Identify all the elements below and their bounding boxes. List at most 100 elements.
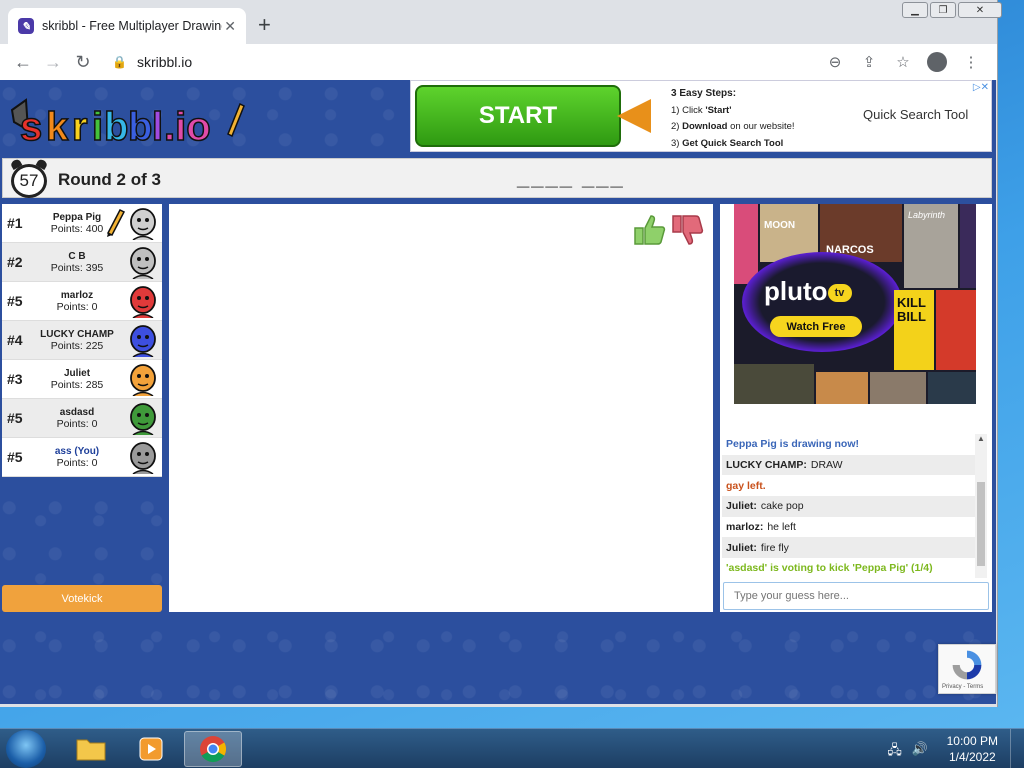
tab-title: skribbl - Free Multiplayer Drawing: [42, 19, 222, 33]
recaptcha-badge[interactable]: Privacy - Terms: [938, 644, 996, 694]
ad-start-button[interactable]: START: [415, 85, 621, 147]
chat-text: 'asdasd' is voting to kick 'Peppa Pig' (…: [726, 562, 933, 574]
taskbar-explorer[interactable]: [62, 731, 120, 767]
player-info: C B Points: 395: [32, 251, 122, 274]
new-tab-button[interactable]: +: [258, 14, 271, 36]
player-rank: #1: [7, 215, 23, 231]
chat-text: gay left.: [726, 479, 766, 492]
player-row[interactable]: #3 Juliet Points: 285: [2, 360, 162, 399]
page-viewport: s k r i b b l .io START 3 Easy Steps: 1)…: [0, 80, 996, 704]
player-list: #1 Peppa Pig Points: 400 #2 C B Points: 395 #5…: [2, 204, 162, 477]
pluto-logo: pluto tv: [764, 276, 852, 307]
ad-choices-icon[interactable]: ▷✕: [973, 82, 989, 93]
guess-input[interactable]: [723, 582, 989, 610]
close-window-button[interactable]: ✕: [958, 2, 1002, 18]
poster-labyrinth: Labyrinth: [904, 204, 958, 288]
player-avatar-icon: [130, 247, 156, 279]
taskbar-date: 1/4/2022: [948, 750, 996, 764]
toolbar-actions: ⊖ ⇪ ☆ ⋮: [819, 47, 987, 77]
ad-steps-heading: 3 Easy Steps:: [671, 88, 737, 99]
volume-icon[interactable]: 🔊: [912, 741, 928, 763]
menu-kebab-icon[interactable]: ⋮: [955, 47, 987, 77]
svg-text:k: k: [46, 105, 69, 146]
maximize-button[interactable]: ❐: [930, 2, 956, 18]
skribbl-favicon-icon: ✎: [18, 18, 34, 34]
chat-text: cake pop: [760, 500, 804, 513]
poster-kill-bill: KILL BILL: [894, 290, 934, 370]
player-avatar-icon: [130, 325, 156, 357]
taskbar-media-player[interactable]: [122, 731, 180, 767]
player-info: ass (You) Points: 0: [32, 446, 122, 469]
player-name: marloz: [60, 289, 94, 301]
minimize-button[interactable]: ▁: [902, 2, 928, 18]
votekick-button[interactable]: Votekick: [2, 585, 162, 612]
share-icon[interactable]: ⇪: [853, 47, 885, 77]
zoom-icon[interactable]: ⊖: [819, 47, 851, 77]
url-text: skribbl.io: [136, 54, 193, 70]
taskbar-clock[interactable]: 10:00 PM 1/4/2022: [947, 733, 998, 765]
forward-button[interactable]: →: [38, 47, 68, 77]
round-bar: 57 Round 2 of 3 ____ ___: [2, 158, 992, 198]
windows-taskbar: 🖧 🔊 10:00 PM 1/4/2022: [0, 728, 1024, 768]
thumbs-up-icon[interactable]: [631, 212, 667, 248]
chat-panel: MOON NARCOS Labyrinth KILL BILL pluto tv …: [720, 204, 992, 612]
timer-clock-icon: 57: [9, 158, 49, 199]
chat-message: marloz: he left: [722, 517, 978, 538]
player-points: Points: 225: [50, 339, 104, 352]
chat-scrollbar[interactable]: ▲: [975, 434, 987, 578]
network-icon[interactable]: 🖧: [887, 741, 902, 763]
reload-button[interactable]: ↻: [68, 47, 98, 77]
pluto-tv-advertisement[interactable]: MOON NARCOS Labyrinth KILL BILL pluto tv …: [734, 204, 976, 404]
player-row[interactable]: #2 C B Points: 395: [2, 243, 162, 282]
show-desktop-button[interactable]: [1010, 729, 1024, 768]
tab-strip: ✎ skribbl - Free Multiplayer Drawing ✕ +…: [0, 0, 1002, 44]
recaptcha-icon: [952, 650, 982, 680]
address-bar[interactable]: 🔒 skribbl.io: [112, 54, 192, 70]
svg-text:.io: .io: [164, 105, 211, 146]
player-points: Points: 285: [50, 378, 104, 391]
player-name: asdasd: [59, 406, 95, 418]
player-row[interactable]: #5 asdasd Points: 0: [2, 399, 162, 438]
player-avatar-icon: [130, 208, 156, 240]
player-row[interactable]: #4 LUCKY CHAMP Points: 225: [2, 321, 162, 360]
drawing-canvas[interactable]: [169, 204, 713, 612]
player-rank: #4: [7, 332, 23, 348]
window-controls: ▁ ❐ ✕: [902, 2, 1002, 18]
player-row[interactable]: #5 marloz Points: 0: [2, 282, 162, 321]
chat-author: LUCKY CHAMP:: [726, 459, 807, 472]
taskbar-chrome[interactable]: [184, 731, 242, 767]
top-advertisement[interactable]: START 3 Easy Steps: 1) Click 'Start' 2) …: [410, 80, 992, 152]
back-button[interactable]: ←: [8, 47, 38, 77]
scrollbar-thumb[interactable]: [977, 482, 985, 566]
player-rank: #5: [7, 293, 23, 309]
player-row[interactable]: #5 ass (You) Points: 0: [2, 438, 162, 477]
player-avatar-icon: [130, 403, 156, 435]
thumbs-down-icon[interactable]: [669, 212, 705, 248]
chat-message: Juliet: cake pop: [722, 496, 978, 517]
profile-avatar-icon[interactable]: [927, 52, 947, 72]
chat-messages: Peppa Pig is drawing now! LUCKY CHAMP: DRA…: [722, 434, 978, 574]
scroll-up-icon[interactable]: ▲: [975, 434, 987, 443]
bookmark-star-icon[interactable]: ☆: [887, 47, 919, 77]
player-row[interactable]: #1 Peppa Pig Points: 400: [2, 204, 162, 243]
svg-text:r: r: [72, 105, 88, 146]
recaptcha-links[interactable]: Privacy - Terms: [942, 684, 983, 690]
start-button[interactable]: [6, 730, 46, 768]
skribbl-logo: s k r i b b l .io: [10, 98, 245, 146]
taskbar-time: 10:00 PM: [946, 734, 998, 748]
player-info: Juliet Points: 285: [32, 368, 122, 391]
player-name: C B: [68, 250, 86, 262]
drawing-pencil-icon: [106, 208, 126, 237]
chat-message: LUCKY CHAMP: DRAW: [722, 454, 978, 476]
round-indicator: Round 2 of 3: [58, 170, 161, 189]
tab-close-icon[interactable]: ✕: [224, 18, 236, 35]
player-avatar-icon: [130, 364, 156, 396]
player-points: Points: 0: [56, 300, 98, 313]
player-rank: #3: [7, 371, 23, 387]
chat-text: Peppa Pig is drawing now!: [726, 438, 860, 451]
chat-author: marloz:: [726, 521, 764, 534]
watch-free-button[interactable]: Watch Free: [770, 316, 862, 337]
ad-step-3: 3) Get Quick Search Tool: [671, 137, 784, 149]
svg-text:b: b: [104, 105, 128, 146]
browser-tab[interactable]: ✎ skribbl - Free Multiplayer Drawing ✕: [8, 8, 246, 44]
